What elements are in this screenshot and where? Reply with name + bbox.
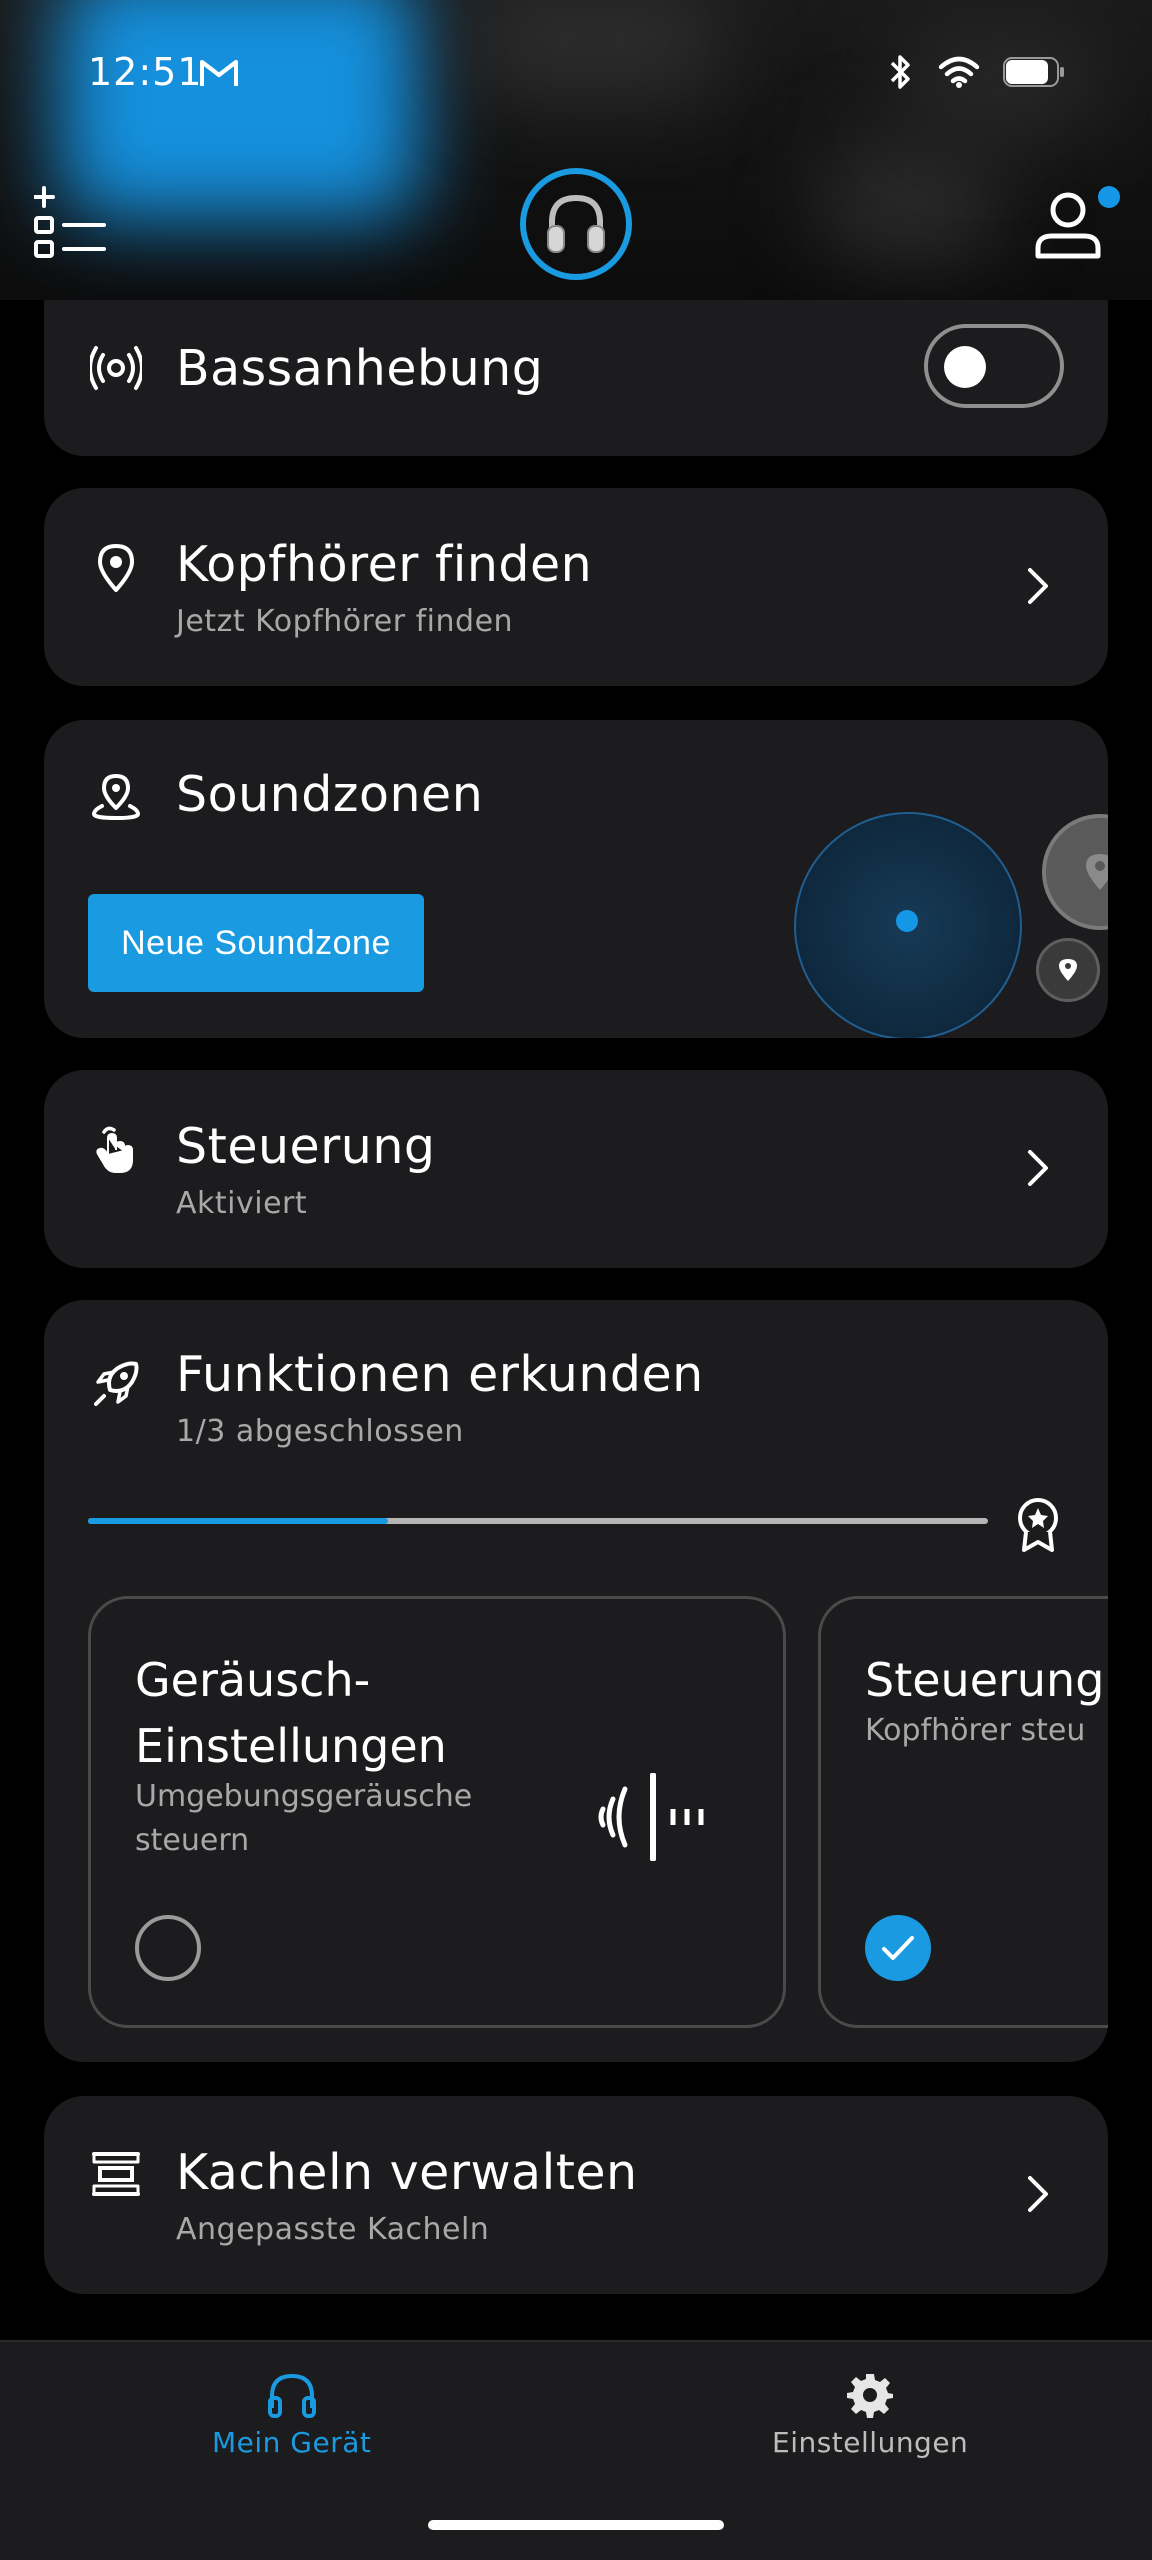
user-profile-icon[interactable] <box>1032 190 1104 262</box>
saved-zone-marker <box>1036 938 1100 1002</box>
chevron-right-icon <box>1028 1150 1048 1186</box>
nav-item-my-device[interactable]: Mein Gerät <box>212 2372 371 2459</box>
control-title: Steuerung <box>176 1118 436 1175</box>
add-tile-list-icon[interactable] <box>34 186 108 262</box>
manage-tiles-card[interactable]: Kacheln verwalten Angepasste Kacheln <box>44 2096 1108 2294</box>
toggle-knob <box>944 346 986 388</box>
soundzones-title: Soundzonen <box>176 766 484 823</box>
location-pin-icon <box>98 544 134 592</box>
bluetooth-icon <box>890 55 910 89</box>
award-badge-icon <box>1018 1498 1058 1552</box>
feature-subtitle: Umgebungsgeräusche steuern <box>135 1779 473 1858</box>
feature-incomplete-checkbox[interactable] <box>135 1915 201 1981</box>
notification-dot <box>1098 186 1120 208</box>
chevron-right-icon <box>1028 568 1048 604</box>
explore-progress-fill <box>88 1518 388 1524</box>
feature-carousel[interactable]: Geräusch- Einstellungen Umgebungsgeräusc… <box>88 1596 1108 2032</box>
bass-speaker-icon <box>90 346 142 390</box>
explore-features-title: Funktionen erkunden <box>176 1346 704 1403</box>
explore-progress-bar <box>88 1518 988 1524</box>
nav-item-settings[interactable]: Einstellungen <box>772 2372 968 2459</box>
wallpaper-blur <box>820 140 1000 260</box>
map-pin-icon <box>1086 854 1108 890</box>
status-bar: 12:51 <box>0 0 1152 150</box>
feature-title: Geräusch- Einstellungen <box>135 1653 447 1773</box>
control-card[interactable]: Steuerung Aktiviert <box>44 1070 1108 1268</box>
manage-tiles-subtitle: Angepasste Kacheln <box>176 2212 490 2247</box>
home-indicator[interactable] <box>428 2520 724 2530</box>
gear-icon <box>847 2374 894 2418</box>
new-soundzone-button[interactable]: Neue Soundzone <box>88 894 424 992</box>
nav-label-my-device: Mein Gerät <box>212 2426 372 2459</box>
headphones-avatar-button[interactable] <box>520 168 632 280</box>
nav-label-settings: Einstellungen <box>772 2426 969 2459</box>
explore-features-subtitle: 1/3 abgeschlossen <box>176 1414 464 1449</box>
current-location-dot <box>896 910 918 932</box>
manage-tiles-title: Kacheln verwalten <box>176 2144 638 2201</box>
control-subtitle: Aktiviert <box>176 1186 308 1221</box>
bass-boost-card: Bassanhebung <box>44 300 1108 456</box>
find-headphones-subtitle: Jetzt Kopfhörer finden <box>176 604 514 639</box>
ambient-sound-icon <box>598 1773 704 1861</box>
feature-card-noise-settings[interactable]: Geräusch- Einstellungen Umgebungsgeräusc… <box>88 1596 786 2028</box>
tiles-icon <box>92 2152 140 2196</box>
feature-card-control[interactable]: Steuerung Kopfhörer steu <box>818 1596 1108 2028</box>
bass-boost-title: Bassanhebung <box>176 340 544 397</box>
touch-gesture-icon <box>96 1126 133 1173</box>
battery-icon <box>1003 57 1064 87</box>
checkmark-icon <box>882 1936 914 1960</box>
find-headphones-title: Kopfhörer finden <box>176 536 593 593</box>
chevron-right-icon <box>1028 2176 1048 2212</box>
feature-complete-checkbox[interactable] <box>865 1915 931 1981</box>
soundzone-map-preview[interactable] <box>748 790 1108 1038</box>
map-pin-icon <box>1059 959 1077 981</box>
feature-subtitle: Kopfhörer steu <box>865 1713 1086 1748</box>
soundzones-card: Soundzonen Neue Soundzone <box>44 720 1108 1038</box>
feature-title: Steuerung <box>865 1653 1105 1707</box>
headphones-icon <box>267 2373 316 2418</box>
wifi-icon <box>938 56 980 88</box>
gmail-icon <box>200 60 238 86</box>
headphones-avatar-icon <box>547 194 605 253</box>
status-time: 12:51 <box>88 50 203 94</box>
explore-features-card: Funktionen erkunden 1/3 abgeschlossen Ge… <box>44 1300 1108 2062</box>
bass-boost-toggle[interactable] <box>924 324 1064 408</box>
saved-zone-marker <box>1042 814 1108 930</box>
find-headphones-card[interactable]: Kopfhörer finden Jetzt Kopfhörer finden <box>44 488 1108 686</box>
soundzone-pin-icon <box>91 774 141 821</box>
rocket-icon <box>94 1361 139 1406</box>
